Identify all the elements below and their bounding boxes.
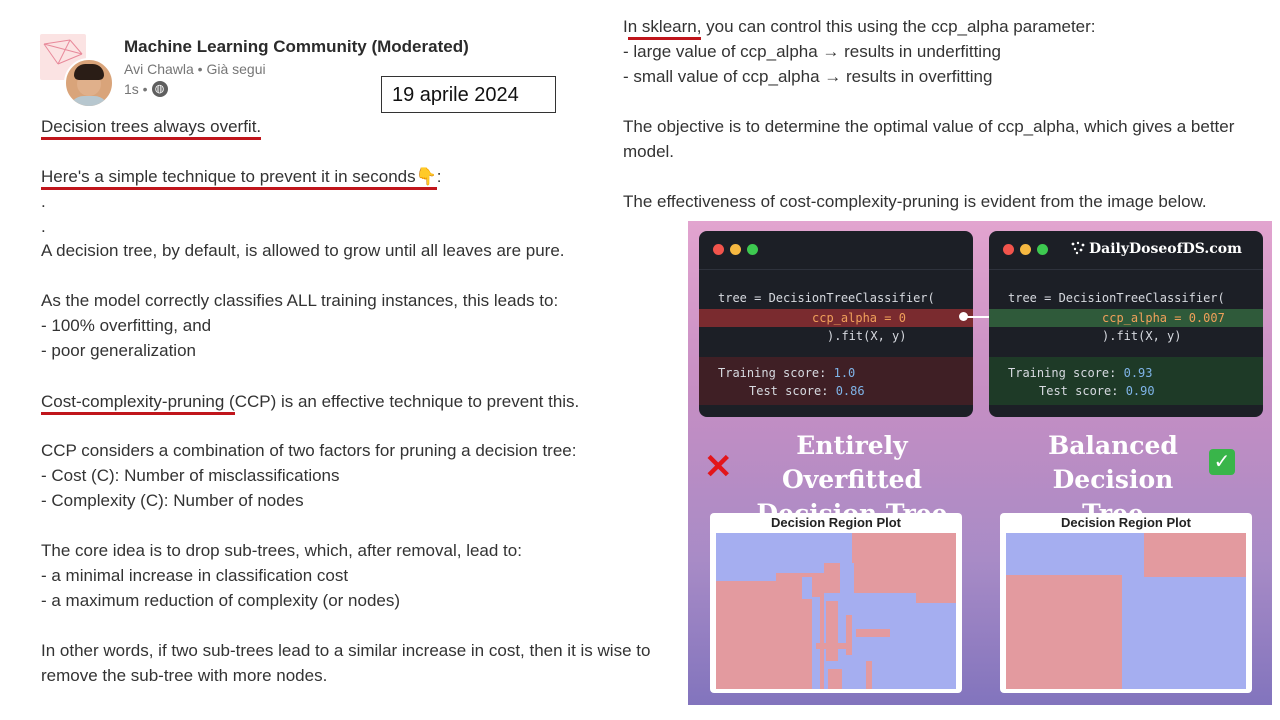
post-left-line: Decision trees always overfit. (41, 117, 262, 140)
code-line-1: tree = DecisionTreeClassifier( (1008, 291, 1225, 305)
train-score-label: Training score: (1008, 366, 1124, 380)
community-name[interactable]: Machine Learning Community (Moderated) (124, 37, 469, 57)
post-left-line: remove the sub-tree with more nodes. (41, 666, 328, 685)
code-line-1: tree = DecisionTreeClassifier( (718, 291, 935, 305)
post-left-line: - 100% overfitting, and (41, 316, 212, 335)
title-overfitted-line1: Entirely Overfitted (781, 431, 923, 494)
decision-region-plot-balanced: Decision Region Plot (1000, 513, 1252, 693)
code-line-3: ).fit(X, y) (827, 329, 907, 343)
code-line-2: ccp_alpha = 0 (699, 309, 973, 327)
brand-name: DailyDoseofDS.com (1089, 241, 1242, 257)
code-line-2: ccp_alpha = 0.007 (989, 309, 1263, 327)
post-right-line: In sklearn, you can control this using t… (623, 17, 1096, 40)
train-score-value: 1.0 (833, 366, 856, 380)
author-line[interactable]: Avi Chawla • Già segui (124, 61, 266, 77)
code-panel-balanced: DailyDoseofDS.com tree = DecisionTreeCla… (989, 231, 1263, 417)
post-left-line: - Complexity (C): Number of nodes (41, 491, 304, 510)
post-right-line: The effectiveness of cost-complexity-pru… (623, 192, 1207, 211)
plot-title: Decision Region Plot (1060, 515, 1191, 530)
post-left-line: The core idea is to drop sub-trees, whic… (41, 541, 522, 560)
decision-region-plot-overfit: Decision Region Plot (710, 513, 962, 693)
window-dots (713, 244, 758, 255)
post-right-line: model. (623, 142, 675, 161)
test-score-label: Test score: (1039, 384, 1126, 398)
code-panel-overfit: tree = DecisionTreeClassifier( ccp_alpha… (699, 231, 973, 417)
window-dots (1003, 244, 1048, 255)
plot-title: Decision Region Plot (770, 515, 901, 530)
post-left-line: - poor generalization (41, 341, 196, 360)
decision-region-balanced-canvas (1006, 533, 1246, 689)
brand-logo-icon (1071, 241, 1085, 255)
post-right-line: The objective is to determine the optima… (623, 117, 1235, 136)
decision-region-overfit-canvas (716, 533, 956, 689)
post-left-line: Cost-complexity-pruning (CCP) is an effe… (41, 392, 579, 415)
ccp-alpha-value: 0.007 (1188, 311, 1225, 325)
test-score-value: 0.86 (835, 384, 865, 398)
score-box-overfit: Training score: 1.0 Test score: 0.86 (699, 357, 973, 405)
post-left-line: . (41, 217, 46, 236)
post-left-line: . (41, 192, 46, 211)
title-balanced-line1: Balanced (1048, 431, 1178, 460)
test-score-label: Test score: (749, 384, 836, 398)
ccp-alpha-key: ccp_alpha = (812, 311, 899, 325)
ccp-alpha-key: ccp_alpha = (1102, 311, 1189, 325)
post-left-line: In other words, if two sub-trees lead to… (41, 641, 651, 660)
test-score-value: 0.90 (1125, 384, 1155, 398)
post-left-line: As the model correctly classifies ALL tr… (41, 291, 559, 310)
ccp-alpha-value: 0 (898, 311, 906, 325)
post-time: 1s • (124, 81, 148, 97)
train-score-value: 0.93 (1123, 366, 1153, 380)
post-left-line: A decision tree, by default, is allowed … (41, 241, 565, 260)
post-meta: 1s • ◍ (124, 81, 168, 97)
date-box: 19 aprile 2024 (381, 76, 556, 113)
check-mark-icon: ✓ (1209, 449, 1235, 475)
post-left-line: - a minimal increase in classification c… (41, 566, 349, 585)
code-line-3: ).fit(X, y) (1102, 329, 1182, 343)
post-left-line: - a maximum reduction of complexity (or … (41, 591, 401, 610)
infographic-image[interactable]: tree = DecisionTreeClassifier( ccp_alpha… (688, 221, 1272, 705)
post-left-line: Here's a simple technique to prevent it … (41, 167, 442, 190)
train-score-label: Training score: (718, 366, 834, 380)
cross-mark-icon: ✕ (704, 448, 733, 486)
connector-dot-left (959, 312, 968, 321)
post-right-line: - large value of ccp_alpha → results in … (623, 42, 1001, 61)
post-right-line: - small value of ccp_alpha → results in … (623, 67, 993, 86)
author-avatar[interactable] (64, 58, 114, 108)
post-left-line: CCP considers a combination of two facto… (41, 441, 577, 460)
post-left-line: - Cost (C): Number of misclassifications (41, 466, 340, 485)
globe-icon: ◍ (151, 81, 168, 97)
score-box-balanced: Training score: 0.93 Test score: 0.90 (989, 357, 1263, 405)
